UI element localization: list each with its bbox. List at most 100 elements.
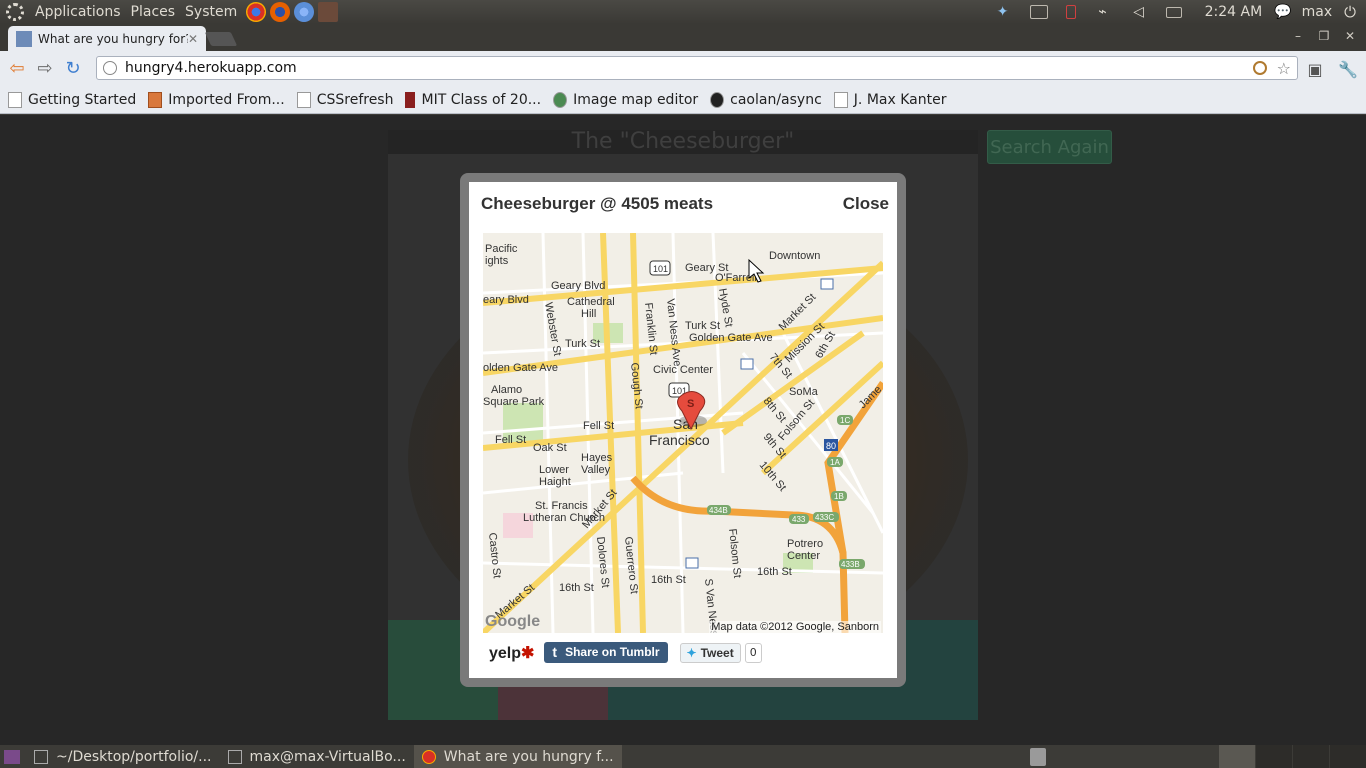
share-on-tumblr-button[interactable]: t Share on Tumblr (544, 642, 668, 663)
map-label-alamo: Alamo (491, 384, 522, 396)
volume-icon[interactable]: ◁ (1130, 5, 1148, 19)
site-favicon-icon (16, 30, 32, 47)
bookmarks-bar: Getting Started Imported From... CSSrefr… (0, 86, 1366, 114)
address-bar[interactable]: hungry4.herokuapp.com ☆ (96, 56, 1298, 80)
battery-icon[interactable] (1065, 5, 1076, 19)
ubuntu-logo-icon[interactable] (6, 3, 24, 21)
extension-icon[interactable]: ▣ (1306, 60, 1324, 79)
map-canvas[interactable]: Pacific ights Downtown Geary St O'Farrel… (483, 233, 883, 633)
close-button[interactable]: Close (843, 194, 889, 214)
exit-1b-badge: 1B (834, 492, 844, 501)
map-label-hill: Hill (581, 308, 596, 320)
workspace-2[interactable] (1256, 745, 1292, 768)
bookmark-cssrefresh[interactable]: CSSrefresh (296, 91, 393, 108)
forward-arrow-icon[interactable]: ⇨ (34, 58, 56, 80)
bookmark-getting-started[interactable]: Getting Started (8, 91, 136, 108)
map-label-st-francis: St. Francis (535, 500, 588, 512)
i80-shield: 80 (826, 441, 836, 451)
google-logo[interactable]: Google (485, 613, 540, 631)
taskbar-item-chrome[interactable]: What are you hungry f... (413, 745, 622, 768)
places-menu[interactable]: Places (126, 4, 181, 20)
chrome-icon[interactable] (246, 2, 267, 22)
dropbox-icon[interactable]: ✦ (994, 5, 1012, 19)
extension-target-icon[interactable] (1252, 61, 1267, 75)
map-label-francisco: Francisco (649, 432, 710, 448)
map-label-turk: Turk St (685, 320, 720, 332)
window-close-icon[interactable]: ✕ (1340, 28, 1360, 44)
modal-frame: Cheeseburger @ 4505 meats Close Pacific … (460, 173, 906, 687)
map-label-16th-2: 16th St (651, 574, 686, 586)
yelp-burst-icon: ✱ (521, 644, 535, 662)
tab-title: What are you hungry for? (38, 31, 188, 46)
exit-1a-badge: 1A (830, 458, 840, 467)
bookmark-imported-from[interactable]: Imported From... (148, 91, 285, 108)
browser-tab[interactable]: What are you hungry for? ✕ (8, 26, 206, 51)
mit-icon (405, 91, 416, 108)
system-menu[interactable]: System (180, 4, 242, 20)
map-label-downtown: Downtown (769, 250, 820, 262)
map-label-geary-blvd-2: eary Blvd (483, 294, 529, 306)
network-icon[interactable]: ⌁ (1094, 5, 1112, 19)
tweet-button[interactable]: ✦ Tweet (679, 642, 741, 663)
exit-433b-badge: 433B (841, 560, 860, 569)
github-icon (710, 91, 725, 108)
workspace-3[interactable] (1293, 745, 1329, 768)
map-label-civic-center: Civic Center (653, 364, 713, 376)
workspace-switcher (1218, 745, 1366, 768)
bookmark-star-icon[interactable]: ☆ (1277, 59, 1291, 78)
map-label-soma: SoMa (789, 386, 819, 398)
workspace-4[interactable] (1330, 745, 1366, 768)
map-label-fell: Fell St (583, 420, 614, 432)
close-tab-icon[interactable]: ✕ (188, 32, 198, 46)
terminal-icon[interactable] (318, 2, 339, 22)
firefox-icon[interactable] (270, 2, 291, 22)
page-content: The "Cheeseburger" Search Again Cheesebu… (0, 115, 1366, 745)
url-text[interactable]: hungry4.herokuapp.com (125, 60, 1253, 76)
workspace-1[interactable] (1219, 745, 1255, 768)
restaurant-modal: Cheeseburger @ 4505 meats Close Pacific … (469, 182, 897, 678)
wrench-menu-icon[interactable]: 🔧 (1338, 60, 1358, 79)
map-label-heights: ights (485, 255, 509, 267)
bottom-panel: ~/Desktop/portfolio/... max@max-VirtualB… (0, 745, 1366, 768)
transit-icon (685, 557, 699, 569)
chat-icon[interactable]: 💬 (1274, 4, 1291, 20)
power-icon[interactable]: ⏻ (1344, 3, 1356, 21)
user-name[interactable]: max (1302, 4, 1333, 20)
map-label-hayes: Hayes (581, 452, 613, 464)
mail-icon[interactable] (1165, 6, 1182, 18)
trash-icon[interactable] (1030, 748, 1046, 766)
page-info-icon[interactable] (103, 61, 117, 75)
tab-strip: What are you hungry for? ✕ – ❐ ✕ (0, 24, 1366, 51)
back-arrow-icon[interactable]: ⇦ (6, 58, 28, 80)
chromium-icon[interactable] (294, 2, 315, 22)
map-label-valley: Valley (581, 464, 611, 476)
exit-433c-badge: 433C (815, 513, 834, 522)
maximize-icon[interactable]: ❐ (1314, 28, 1334, 44)
map-attribution[interactable]: Map data ©2012 Google, Sanborn (709, 621, 881, 633)
exit-434b-badge: 434B (709, 506, 728, 515)
yelp-logo[interactable]: yelp✱ (489, 643, 534, 663)
clock[interactable]: 2:24 AM (1205, 4, 1263, 20)
taskbar-item-terminal[interactable]: max@max-VirtualBo... (220, 745, 414, 768)
reload-icon[interactable]: ↻ (62, 58, 84, 80)
bookmark-image-map-editor[interactable]: Image map editor (553, 91, 698, 108)
bookmark-j-max-kanter[interactable]: J. Max Kanter (833, 91, 946, 108)
show-desktop-icon[interactable] (4, 749, 20, 764)
map-label-16th-3: 16th St (757, 566, 792, 578)
folder-icon (148, 91, 163, 108)
map-label-haight: Haight (539, 476, 571, 488)
bookmark-mit-class[interactable]: MIT Class of 20... (405, 91, 541, 108)
taskbar-item-portfolio[interactable]: ~/Desktop/portfolio/... (26, 745, 220, 768)
page-icon (833, 91, 848, 108)
tweet-count: 0 (744, 642, 762, 663)
display-icon[interactable] (1029, 5, 1048, 19)
minimize-icon[interactable]: – (1288, 28, 1308, 44)
map[interactable]: Pacific ights Downtown Geary St O'Farrel… (483, 233, 883, 633)
map-label-oak: Oak St (533, 442, 567, 454)
map-label-golden-gate: Golden Gate Ave (689, 332, 773, 344)
pin-letter: S (687, 398, 694, 410)
page-icon (8, 91, 22, 108)
applications-menu[interactable]: Applications (30, 4, 126, 20)
bookmark-caolan-async[interactable]: caolan/async (710, 91, 822, 108)
new-tab-button[interactable] (204, 32, 238, 46)
